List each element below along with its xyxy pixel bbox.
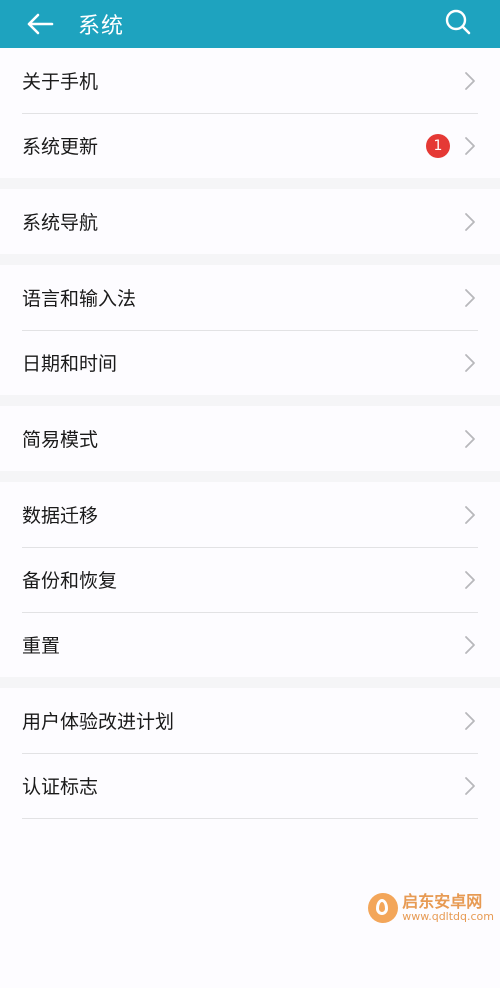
row-label: 日期和时间	[22, 353, 118, 375]
chevron-right-icon	[464, 711, 476, 731]
chevron-right-icon	[464, 635, 476, 655]
chevron-right-icon	[464, 429, 476, 449]
back-button[interactable]	[20, 4, 60, 44]
row-about-phone[interactable]: 关于手机	[0, 48, 500, 113]
row-label: 系统导航	[22, 212, 99, 234]
row-label: 备份和恢复	[22, 570, 118, 592]
row-system-update[interactable]: 系统更新 1	[0, 113, 500, 178]
row-backup-restore[interactable]: 备份和恢复	[0, 547, 500, 612]
watermark-logo-icon	[368, 893, 399, 923]
row-language-input[interactable]: 语言和输入法	[0, 265, 500, 330]
row-label: 认证标志	[22, 776, 99, 798]
row-label: 关于手机	[22, 71, 99, 93]
update-count-badge: 1	[426, 133, 450, 158]
settings-list: 关于手机 系统更新 1 系统导航 语言和输入法 日期和时间 简易模式 数据迁移 …	[0, 48, 500, 988]
search-icon	[445, 9, 471, 35]
settings-group-device: 关于手机 系统更新 1	[0, 48, 500, 178]
row-date-time[interactable]: 日期和时间	[0, 330, 500, 395]
row-label: 语言和输入法	[22, 288, 137, 310]
search-button[interactable]	[438, 2, 478, 42]
page-title: 系统	[78, 14, 125, 39]
title-bar: 系统	[0, 0, 500, 48]
row-label: 数据迁移	[22, 505, 99, 527]
chevron-right-icon	[464, 570, 476, 590]
row-user-experience-program[interactable]: 用户体验改进计划	[0, 688, 500, 753]
settings-group-simple-mode: 简易模式	[0, 406, 500, 471]
row-data-migration[interactable]: 数据迁移	[0, 482, 500, 547]
chevron-right-icon	[464, 505, 476, 525]
row-certification-logos[interactable]: 认证标志	[0, 753, 500, 818]
settings-group-about: 用户体验改进计划 认证标志	[0, 688, 500, 988]
site-watermark: 启东安卓网 www.qdltdq.com	[368, 893, 494, 923]
row-reset[interactable]: 重置	[0, 612, 500, 677]
chevron-right-icon	[464, 776, 476, 796]
watermark-text: 启东安卓网 www.qdltdq.com	[402, 893, 494, 923]
row-label: 重置	[22, 635, 61, 657]
watermark-url: www.qdltdq.com	[402, 909, 494, 923]
settings-group-language-time: 语言和输入法 日期和时间	[0, 265, 500, 395]
watermark-title: 启东安卓网	[402, 892, 483, 912]
chevron-right-icon	[464, 353, 476, 373]
row-simple-mode[interactable]: 简易模式	[0, 406, 500, 471]
row-label: 用户体验改进计划	[22, 711, 175, 733]
row-system-navigation[interactable]: 系统导航	[0, 189, 500, 254]
chevron-right-icon	[464, 288, 476, 308]
settings-group-data: 数据迁移 备份和恢复 重置	[0, 482, 500, 677]
row-label: 系统更新	[22, 136, 99, 158]
chevron-right-icon	[464, 136, 476, 156]
list-divider	[22, 818, 478, 819]
chevron-right-icon	[464, 71, 476, 91]
chevron-right-icon	[464, 212, 476, 232]
row-label: 简易模式	[22, 429, 99, 451]
arrow-left-icon	[27, 13, 54, 35]
settings-group-navigation: 系统导航	[0, 189, 500, 254]
